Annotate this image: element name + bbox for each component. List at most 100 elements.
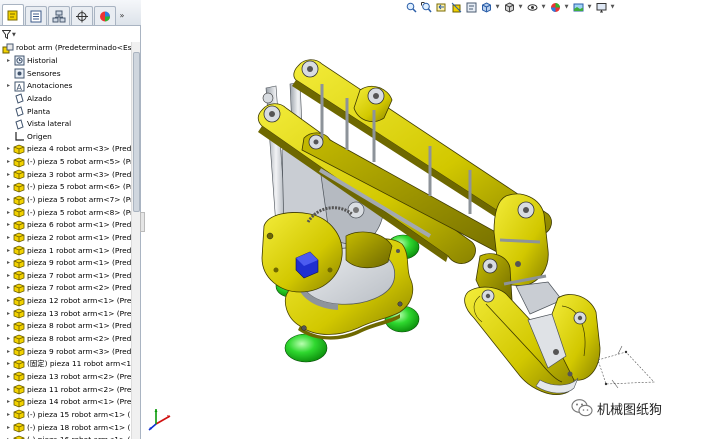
tree-part-item[interactable]: ▸ pieza 12 robot arm<1> (Pred [0,295,131,308]
property-manager-tab[interactable] [25,6,47,25]
part-icon [13,195,25,206]
tree-part-item[interactable]: ▸ pieza 2 robot arm<1> (Pred [0,232,131,245]
expand-arrow-icon[interactable]: ▸ [4,194,13,206]
dimxpert-manager-icon [76,10,88,22]
expand-arrow-icon[interactable]: ▸ [4,422,13,434]
chevron-down-icon[interactable]: ▼ [518,4,523,10]
graphics-area[interactable] [145,14,720,439]
expand-arrow-icon[interactable]: ▸ [4,358,13,370]
tree-part-label: pieza 9 robot arm<3> (Prede [27,346,131,356]
tree-part-item[interactable]: ▸ pieza 7 robot arm<2> (Pred [0,282,131,295]
tree-part-item[interactable]: ▸ pieza 13 robot arm<1> (Pred [0,307,131,320]
tree-scrollbar[interactable] [131,42,140,439]
more-tabs-button[interactable]: » [117,6,127,25]
chevron-down-icon[interactable]: ▼ [541,4,546,10]
expand-arrow-icon[interactable]: ▸ [4,80,13,92]
tree-part-item[interactable]: ▸ pieza 7 robot arm<1> (Pred [0,270,131,283]
tree-part-item[interactable]: ▸ pieza 4 robot arm<3> (Prede [0,143,131,156]
expand-arrow-icon[interactable]: ▸ [4,156,13,168]
tree-folder-planta[interactable]: Planta [0,105,131,118]
chevron-down-icon[interactable]: ▼ [587,4,592,10]
tree-part-item[interactable]: ▸ pieza 8 robot arm<1> (Pred [0,320,131,333]
tree-folder-vista-lateral[interactable]: Vista lateral [0,118,131,131]
expand-arrow-icon[interactable]: ▸ [4,320,13,332]
expand-arrow-icon[interactable]: ▸ [4,333,13,345]
hide-show-items-button[interactable] [526,1,538,13]
expand-arrow-icon[interactable]: ▸ [4,308,13,320]
expand-arrow-icon[interactable]: ▸ [4,396,13,408]
chevron-down-icon[interactable]: ▼ [495,4,500,10]
gripper[interactable] [464,281,601,395]
tree-folder-label: Planta [27,106,51,116]
tree-part-item[interactable]: ▸ (-) pieza 5 robot arm<5> (Pre [0,156,131,169]
expand-arrow-icon[interactable]: ▸ [4,384,13,396]
expand-arrow-icon[interactable]: ▸ [4,409,13,421]
tree-part-item[interactable]: ▸ (-) pieza 5 robot arm<8> (Pre [0,206,131,219]
svg-text:A: A [16,83,22,92]
feature-manager-panel: » ▼ robot arm (Predeterminado<Esta ▸ Hist… [0,0,141,439]
tree-folder-anotaciones[interactable]: ▸ A Anotaciones [0,80,131,93]
expand-arrow-icon[interactable]: ▸ [4,270,13,282]
tree-part-item[interactable]: ▸ pieza 14 robot arm<1> (Pred [0,396,131,409]
tree-part-item[interactable]: ▸ (-) pieza 16 robot arm<1> (Pr [0,434,131,439]
tree-part-item[interactable]: ▸ pieza 3 robot arm<3> (Prede [0,168,131,181]
chevron-down-icon[interactable]: ▼ [564,4,569,10]
tree-part-item[interactable]: ▸ (-) pieza 5 robot arm<6> (Pre [0,181,131,194]
tree-part-item[interactable]: ▸ (-) pieza 18 robot arm<1> (Pr [0,421,131,434]
expand-arrow-icon[interactable]: ▸ [4,346,13,358]
edit-appearance-icon [550,2,560,12]
tree-part-item[interactable]: ▸ (固定) pieza 11 robot arm<1> [0,358,131,371]
expand-arrow-icon[interactable]: ▸ [4,434,13,439]
expand-arrow-icon[interactable]: ▸ [4,282,13,294]
tree-part-label: pieza 2 robot arm<1> (Pred [27,232,131,242]
view-settings-button[interactable] [595,1,607,13]
display-manager-tab[interactable] [94,6,116,25]
zoom-to-area-button[interactable] [420,1,432,13]
tree-part-item[interactable]: ▸ pieza 11 robot arm<2> (Pred [0,383,131,396]
sketch-reference[interactable] [597,345,655,389]
configuration-manager-tab[interactable] [48,6,70,25]
tree-folder-origen[interactable]: Origen [0,130,131,143]
expand-arrow-icon[interactable]: ▸ [4,371,13,383]
tree-part-label: (-) pieza 18 robot arm<1> (Pr [27,422,131,432]
expand-arrow-icon[interactable]: ▸ [4,169,13,181]
tree-folder-historial[interactable]: ▸ Historial [0,55,131,68]
tree-part-item[interactable]: ▸ pieza 13 robot arm<2> (Pred [0,371,131,384]
edit-appearance-button[interactable] [549,1,561,13]
chevron-down-icon[interactable]: ▼ [610,4,615,10]
feature-tree-tab[interactable] [2,4,24,25]
tree-part-item[interactable]: ▸ pieza 1 robot arm<1> (Prede [0,244,131,257]
view-orientation-button[interactable] [480,1,492,13]
plane-icon [13,118,25,130]
expand-arrow-icon[interactable]: ▸ [4,143,13,155]
expand-arrow-icon[interactable]: ▸ [4,257,13,269]
expand-arrow-icon[interactable]: ▸ [4,207,13,219]
expand-arrow-icon[interactable]: ▸ [4,295,13,307]
section-view-button[interactable] [450,1,462,13]
tree-part-item[interactable]: ▸ (-) pieza 15 robot arm<1> (P [0,409,131,422]
tree-folder-alzado[interactable]: Alzado [0,93,131,106]
tree-part-item[interactable]: ▸ pieza 9 robot arm<1> (Prede [0,257,131,270]
tree-part-item[interactable]: ▸ pieza 6 robot arm<1> (Prede [0,219,131,232]
expand-arrow-icon[interactable]: ▸ [4,245,13,257]
tree-filter-button[interactable]: ▼ [2,28,18,41]
previous-view-button[interactable] [435,1,447,13]
zoom-to-fit-button[interactable] [405,1,417,13]
expand-arrow-icon[interactable]: ▸ [4,181,13,193]
expand-arrow-icon[interactable]: ▸ [4,55,13,67]
tree-folder-sensores[interactable]: Sensores [0,67,131,80]
tree-root-assembly[interactable]: robot arm (Predeterminado<Esta [0,42,131,55]
dynamic-annotation-button[interactable] [465,1,477,13]
tree-root-label: robot arm (Predeterminado<Esta [16,43,131,53]
apply-scene-button[interactable] [572,1,584,13]
tree-part-item[interactable]: ▸ pieza 8 robot arm<2> (Pred [0,333,131,346]
tree-part-item[interactable]: ▸ pieza 9 robot arm<3> (Prede [0,345,131,358]
view-settings-icon [596,2,606,12]
expand-arrow-icon[interactable]: ▸ [4,232,13,244]
dimxpert-manager-tab[interactable] [71,6,93,25]
expand-arrow-icon[interactable]: ▸ [4,219,13,231]
scrollbar-thumb[interactable] [133,52,140,212]
tree-part-label: (固定) pieza 11 robot arm<1> [27,359,131,369]
tree-part-item[interactable]: ▸ (-) pieza 5 robot arm<7> (Pre [0,194,131,207]
display-style-button[interactable] [503,1,515,13]
